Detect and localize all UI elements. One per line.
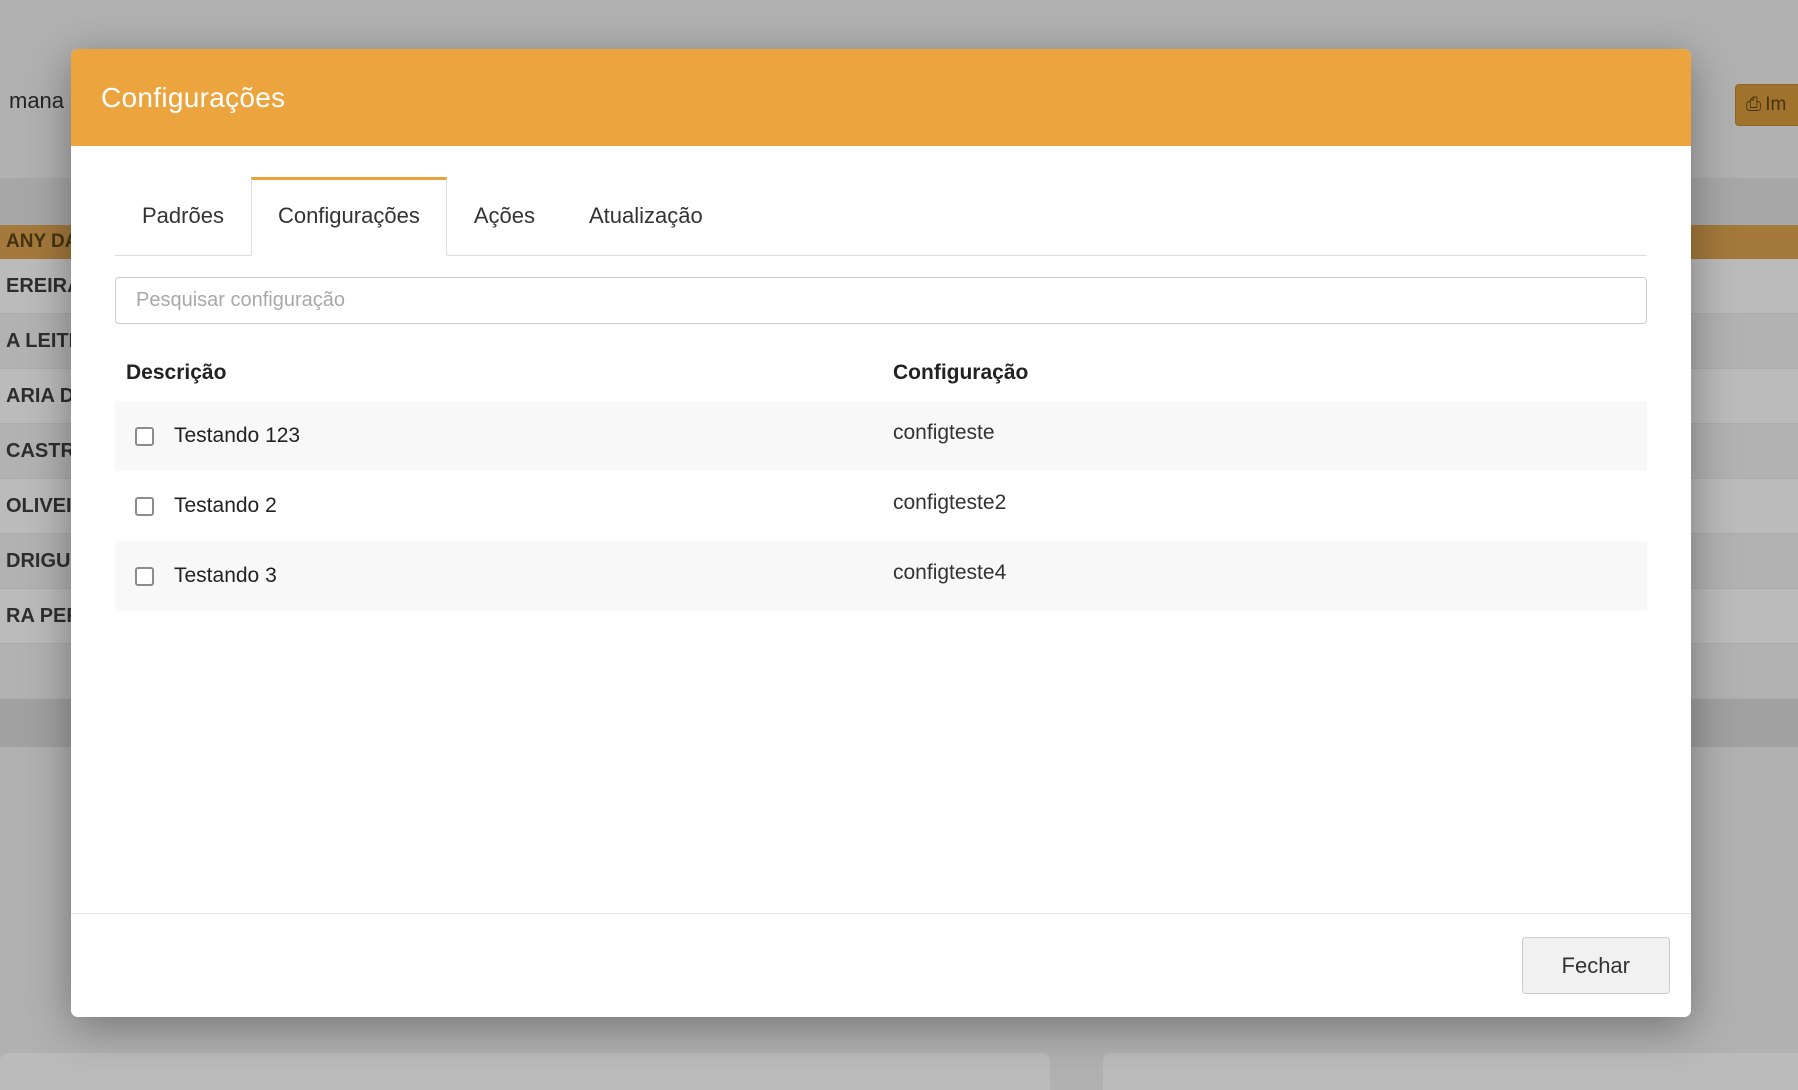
row-description: Testando 123 <box>174 424 300 448</box>
table-row: Testando 3 configteste4 <box>115 541 1647 611</box>
table-header-row: Descrição Configuração <box>115 351 1647 401</box>
modal-header: Configurações <box>71 49 1691 146</box>
settings-modal: Configurações Padrões Configurações Açõe… <box>71 49 1691 1017</box>
tab-configuracoes[interactable]: Configurações <box>251 177 447 256</box>
close-button[interactable]: Fechar <box>1522 937 1670 994</box>
table-row: Testando 123 configteste <box>115 401 1647 471</box>
row-config: configteste4 <box>893 561 1647 591</box>
row-checkbox[interactable] <box>135 567 154 586</box>
screen: mana ⎙ Im ANY DA EREIRA A LEITE ARIA D C… <box>0 0 1798 1090</box>
tab-acoes[interactable]: Ações <box>447 177 562 255</box>
row-description: Testando 2 <box>174 494 277 518</box>
modal-title: Configurações <box>101 82 285 114</box>
row-checkbox[interactable] <box>135 427 154 446</box>
table-row: Testando 2 configteste2 <box>115 471 1647 541</box>
row-config: configteste2 <box>893 491 1647 521</box>
search-input[interactable] <box>115 277 1647 324</box>
tab-padroes[interactable]: Padrões <box>115 177 251 255</box>
row-description: Testando 3 <box>174 564 277 588</box>
tab-atualizacao[interactable]: Atualização <box>562 177 730 255</box>
modal-footer: Fechar <box>71 913 1691 1017</box>
column-header-descricao: Descrição <box>115 361 893 385</box>
row-checkbox[interactable] <box>135 497 154 516</box>
modal-tabs: Padrões Configurações Ações Atualização <box>115 177 1647 256</box>
row-config: configteste <box>893 421 1647 451</box>
configurations-table: Descrição Configuração Testando 123 conf… <box>115 351 1647 611</box>
column-header-configuracao: Configuração <box>893 361 1647 385</box>
